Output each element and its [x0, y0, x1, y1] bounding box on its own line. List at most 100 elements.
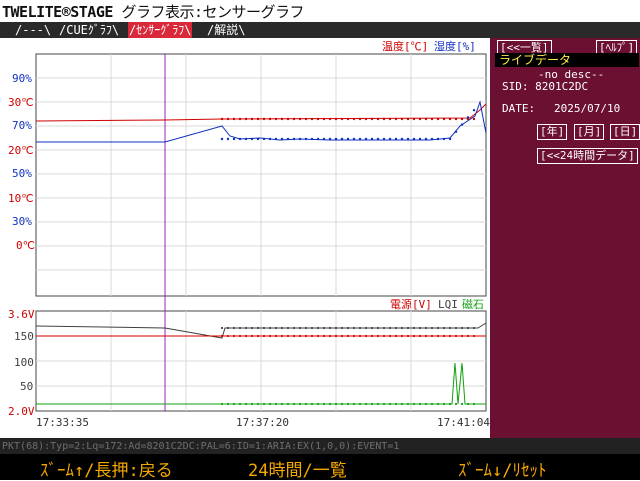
lqi-point [436, 326, 440, 330]
magnet-point [316, 402, 320, 406]
temp-point [424, 117, 428, 121]
humidity-point [322, 137, 326, 141]
sensor-graph-svg[interactable]: 温度[℃] 湿度[%] 電源[V] LQI 磁石 90% 30℃ 70% 20℃… [0, 38, 490, 438]
lqi-point [460, 326, 464, 330]
volt-point [346, 334, 350, 338]
temp-point [328, 117, 332, 121]
volt-point [454, 334, 458, 338]
tab-none[interactable]: /---\ [14, 22, 52, 38]
magnet-point [352, 402, 356, 406]
humidity-point [466, 116, 470, 119]
volt-point [310, 334, 314, 338]
temp-point [346, 117, 350, 121]
temp-point [460, 117, 464, 121]
temp-point [400, 117, 404, 121]
brand-name: TWELITE®STAGE [2, 3, 113, 21]
temp-point [352, 117, 356, 121]
humidity-point [418, 137, 422, 141]
volt-point [430, 334, 434, 338]
day-button[interactable]: [日] [610, 124, 640, 140]
humidity-point [232, 137, 236, 141]
lqi-point [286, 326, 290, 330]
volt-point [316, 334, 320, 338]
volt-point [304, 334, 308, 338]
lqi-point [268, 326, 272, 330]
tick-temp-0: 0℃ [16, 239, 35, 252]
temp-point [268, 117, 272, 121]
zoom-out-reset-button[interactable]: ｽﾞｰﾑ↓/ﾘｾｯﾄ [458, 456, 546, 481]
magnet-point [388, 402, 392, 406]
24h-list-button[interactable]: 24時間/一覧 [248, 456, 347, 481]
lqi-point [298, 326, 302, 330]
lqi-point [472, 326, 476, 330]
temp-point [310, 117, 314, 121]
volt-point [250, 334, 254, 338]
magnet-point [400, 402, 404, 406]
date-value: 2025/07/10 [554, 102, 621, 115]
legend-temp: 温度[℃] [382, 39, 428, 53]
temp-point [376, 117, 380, 121]
month-button[interactable]: [月] [574, 124, 605, 140]
lqi-point [382, 326, 386, 330]
tick-temp-20: 20℃ [8, 144, 34, 157]
lqi-point [232, 326, 236, 330]
humidity-point [328, 137, 332, 141]
lqi-point [316, 326, 320, 330]
temp-point [406, 117, 410, 121]
lqi-point [328, 326, 332, 330]
lqi-point [358, 326, 362, 330]
tick-temp-30: 30℃ [8, 96, 34, 109]
lqi-point [424, 326, 428, 330]
upper-grid [36, 54, 486, 296]
temp-point [226, 117, 230, 121]
lqi-point [292, 326, 296, 330]
lqi-point [430, 326, 434, 330]
volt-point [460, 334, 464, 338]
humidity-point [238, 137, 242, 141]
temp-point [298, 117, 302, 121]
tick-lqi-50: 50 [20, 380, 33, 393]
tab-cue-graph[interactable]: /CUEｸﾞﾗﾌ\ [58, 22, 120, 38]
magnet-point [436, 402, 440, 406]
packet-info: PKT(68):Typ=2:Lq=172:Ad=8201C2DC:PAL=6:I… [2, 441, 400, 452]
humidity-point [382, 137, 386, 141]
year-button[interactable]: [年] [537, 124, 568, 140]
temp-point [274, 117, 278, 121]
legend-volt: 電源[V] [390, 297, 432, 311]
volt-point [442, 334, 446, 338]
lqi-point [442, 326, 446, 330]
lqi-point [412, 326, 416, 330]
temp-point [280, 117, 284, 121]
volt-point [412, 334, 416, 338]
24h-data-button[interactable]: [<<24時間データ] [537, 148, 638, 164]
graph-area[interactable]: 温度[℃] 湿度[%] 電源[V] LQI 磁石 90% 30℃ 70% 20℃… [0, 38, 490, 438]
live-data-title: ライブデータ [495, 53, 639, 67]
volt-point [382, 334, 386, 338]
magnet-point [310, 402, 314, 406]
temp-point [394, 117, 398, 121]
volt-point [298, 334, 302, 338]
screen-title: グラフ表示:センサーグラフ [121, 3, 304, 21]
temp-point [322, 117, 326, 121]
temp-point [232, 117, 236, 121]
tab-sensor-graph[interactable]: /ｾﾝｻｰｸﾞﾗﾌ\ [128, 22, 193, 38]
zoom-in-back-button[interactable]: ｽﾞｰﾑ↑/長押:戻る [40, 456, 173, 481]
tab-help-text[interactable]: /解説\ [206, 22, 246, 38]
humidity-point [340, 137, 344, 141]
volt-point [406, 334, 410, 338]
volt-point [274, 334, 278, 338]
tick-lqi-100: 100 [14, 356, 34, 369]
lqi-point [388, 326, 392, 330]
temp-point [340, 117, 344, 121]
magnet-point [448, 402, 452, 406]
legend-mag: 磁石 [462, 298, 484, 311]
magnet-point [280, 402, 284, 406]
volt-point [448, 334, 452, 338]
magnet-point [232, 402, 236, 406]
volt-point [376, 334, 380, 338]
lqi-point [418, 326, 422, 330]
temp-point [454, 117, 458, 121]
tick-hum-70: 70% [12, 119, 32, 132]
humidity-point [406, 137, 410, 141]
magnet-point [322, 402, 326, 406]
